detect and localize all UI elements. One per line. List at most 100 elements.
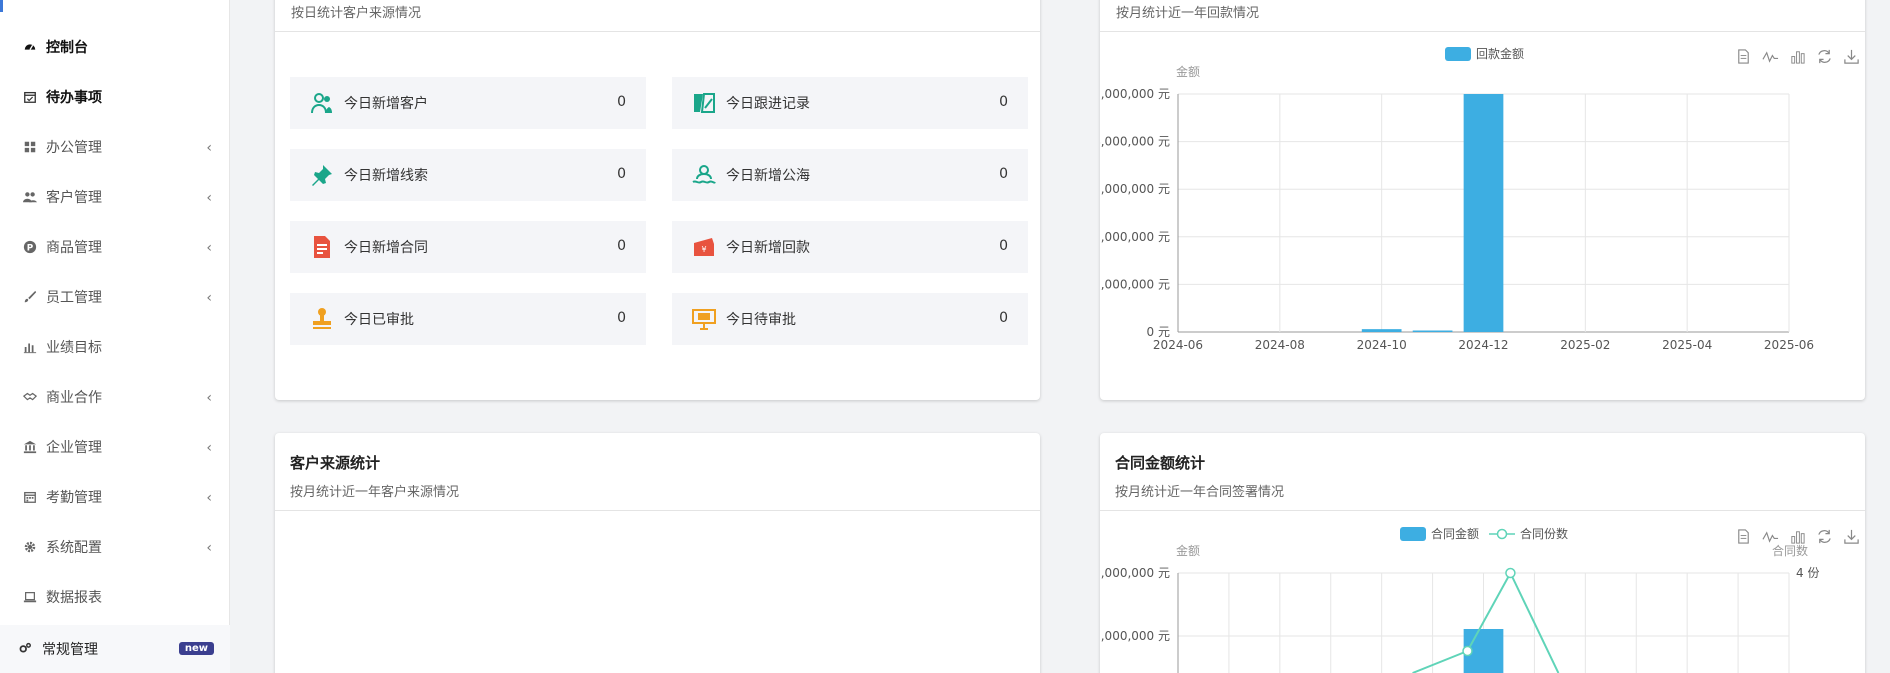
sidebar-item-label: 控制台 [46,40,88,56]
today-card-subtitle: 按日统计客户来源情况 [291,6,422,21]
sidebar-item-label: 数据报表 [46,590,102,606]
chevron-left-icon: ‹ [206,240,212,256]
chevron-left-icon: ‹ [206,540,212,556]
sidebar-item[interactable]: 待办事项 [0,72,230,122]
payment-chart: 金额 0 元 1,000,000 元 2,000,000 元 3,000,000 元 4,… [1100,64,1814,352]
source-card-subtitle: 按月统计近一年客户来源情况 [290,485,460,500]
sidebar: 控制台 待办事项 办公管理 ‹ 客户管理 ‹ P 商品管理 ‹ 员工管理 ‹ 业绩目标 商业合作 ‹ 企业管… [0,0,230,673]
sidebar-item[interactable]: 考勤管理 ‹ [0,472,230,522]
stat-label: 今日新增线索 [344,168,428,184]
pending-approval-icon [692,307,716,331]
stat-tile[interactable]: 今日新增客户 0 [290,77,646,129]
bar-chart-icon [22,339,38,355]
sidebar-footer-label: 常规管理 [42,642,98,658]
sidebar-item-label: 商业合作 [46,390,102,406]
payment-chart-card: 按月统计近一年回款情况 回款金额 金额 0 元 1,000,000 元 2,000,0… [1100,0,1865,400]
followup-icon [692,91,716,115]
gear-icon [22,539,38,555]
chevron-left-icon: ‹ [206,390,212,406]
payment-icon: ¥ [692,235,716,259]
y-tick-label: 5,000,000 元 [1100,629,1170,643]
svg-text:¥: ¥ [701,245,706,254]
stat-value: 0 [999,94,1008,110]
bar [1361,329,1402,332]
chevron-left-icon: ‹ [206,490,212,506]
stat-tile[interactable]: 今日新增合同 0 [290,221,646,273]
contract-icon [310,235,334,259]
dashboard-icon [22,39,38,55]
sidebar-item-label: 企业管理 [46,440,102,456]
app-root: 控制台 待办事项 办公管理 ‹ 客户管理 ‹ P 商品管理 ‹ 员工管理 ‹ 业绩目标 商业合作 ‹ 企业管… [0,0,1890,673]
sidebar-item[interactable]: 员工管理 ‹ [0,272,230,322]
sidebar-item-label: 员工管理 [46,290,102,306]
sidebar-item-label: 办公管理 [46,140,102,156]
today-stats-card: 按日统计客户来源情况 今日新增客户 0 今日跟进记录 0 今日新增线索 0 今日新增公海 0 今… [275,0,1040,400]
product-p-icon: P [22,239,38,255]
stat-value: 0 [617,238,626,254]
customer-icon [310,91,334,115]
chevron-left-icon: ‹ [206,290,212,306]
stat-value: 0 [999,238,1008,254]
stat-label: 今日新增公海 [726,168,810,184]
sidebar-item[interactable]: 系统配置 ‹ [0,522,230,572]
stat-value: 0 [617,310,626,326]
stat-label: 今日新增回款 [726,240,810,256]
new-badge: new [178,642,214,655]
card-divider [1100,31,1865,32]
sidebar-item[interactable]: 商业合作 ‹ [0,372,230,422]
sidebar-footer-general[interactable]: 常规管理 new [0,625,230,673]
sidebar-item-label: 待办事项 [46,90,102,106]
stat-tile[interactable]: ¥ 今日新增回款 0 [672,221,1028,273]
x-tick-label: 2024-12 [1458,338,1508,352]
stat-tile[interactable]: 今日新增公海 0 [672,149,1028,201]
y-axis-title: 金额 [1176,64,1200,79]
stat-label: 今日新增合同 [344,240,428,256]
x-tick-label: 2024-06 [1153,338,1203,352]
pin-icon [310,163,334,187]
stat-tile[interactable]: 今日已审批 0 [290,293,646,345]
sidebar-item[interactable]: 客户管理 ‹ [0,172,230,222]
sidebar-item[interactable]: 办公管理 ‹ [0,122,230,172]
x-tick-label: 2024-08 [1255,338,1305,352]
stat-tile[interactable]: 今日待审批 0 [672,293,1028,345]
y-axis-title: 金额 [1176,543,1200,558]
x-tick-label: 2025-02 [1560,338,1610,352]
sidebar-item-label: 系统配置 [46,540,102,556]
y-tick-label: 3,000,000 元 [1100,182,1170,196]
x-tick-label: 2025-06 [1764,338,1814,352]
laptop-icon [22,589,38,605]
public-pool-icon [692,163,716,187]
stat-tile[interactable]: 今日新增线索 0 [290,149,646,201]
chevron-left-icon: ‹ [206,440,212,456]
sidebar-item[interactable]: 数据报表 [0,572,230,622]
contract-card-subtitle: 按月统计近一年合同签署情况 [1115,485,1285,500]
sidebar-item[interactable]: 企业管理 ‹ [0,422,230,472]
y-tick-label: 0 元 [1147,325,1170,339]
stat-value: 0 [999,310,1008,326]
customer-source-card: 客户来源统计 按月统计近一年客户来源情况 [275,433,1040,673]
line-point [1462,645,1473,657]
bank-icon [22,439,38,455]
contract-chart-card: 合同金额统计 按月统计近一年合同签署情况 合同金额 合同份数 金额 合同数 5,00… [1100,433,1865,673]
brush-icon [22,289,38,305]
sidebar-item[interactable]: 业绩目标 [0,322,230,372]
y-tick-label: 4,000,000 元 [1100,135,1170,149]
stat-tile[interactable]: 今日跟进记录 0 [672,77,1028,129]
stat-label: 今日新增客户 [344,96,428,112]
sidebar-item[interactable]: P 商品管理 ‹ [0,222,230,272]
contract-card-title: 合同金额统计 [1115,454,1206,472]
card-divider [1100,510,1865,511]
sidebar-item[interactable]: 控制台 [0,22,230,72]
sidebar-item-label: 业绩目标 [46,340,102,356]
y-tick-label: 1,000,000 元 [1100,277,1170,291]
x-tick-label: 2024-10 [1357,338,1407,352]
calendar-check-icon [22,89,38,105]
chevron-left-icon: ‹ [206,140,212,156]
stamp-icon [310,307,334,331]
gears-icon [18,641,34,657]
y-right-axis-title: 合同数 [1772,543,1808,558]
y-tick-label: 2,000,000 元 [1100,230,1170,244]
line-point [1505,567,1516,579]
calendar-icon [22,489,38,505]
svg-text:P: P [27,244,34,254]
